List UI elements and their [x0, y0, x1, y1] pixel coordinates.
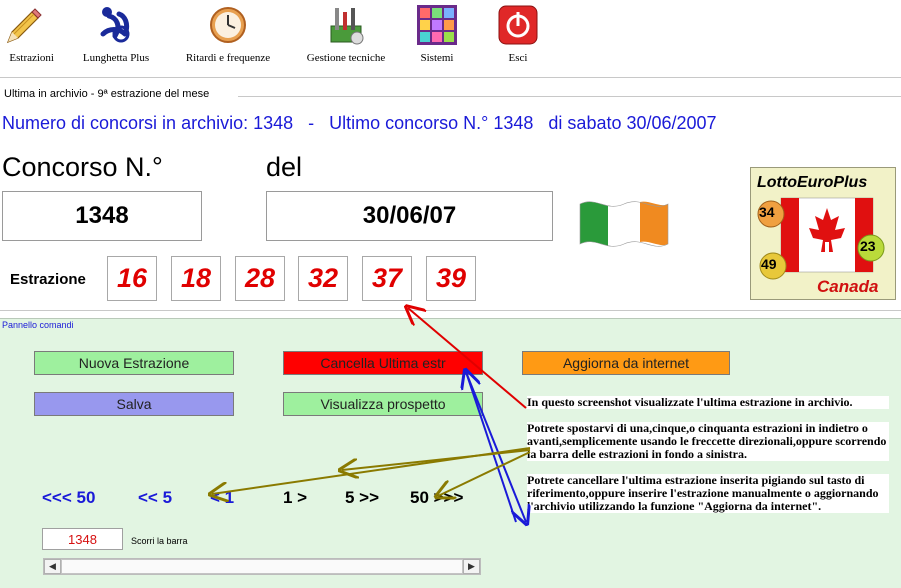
lottery-logo-icon [100, 7, 130, 43]
nav-forward-50[interactable]: 50 >>> [410, 488, 463, 508]
toolbar-label: Lunghetta Plus [82, 52, 150, 64]
extracted-number: 28 [235, 256, 285, 301]
toolbar-label: Esci [508, 52, 528, 64]
tools-icon [330, 8, 364, 45]
scrollbar-thumb[interactable] [61, 559, 463, 574]
toolbar-lunghetta-plus[interactable]: Lunghetta Plus [70, 0, 162, 70]
section-divider [0, 310, 901, 311]
scroll-label: Scorri la barra [131, 536, 188, 546]
logo-title: LottoEuroPlus [757, 174, 868, 191]
toolbar-label: Estrazioni [9, 52, 54, 64]
nav-forward-1[interactable]: 1 > [283, 488, 307, 508]
concorso-number-field: 1348 [2, 191, 202, 241]
extracted-number: 39 [426, 256, 476, 301]
estrazione-label: Estrazione [10, 271, 86, 288]
date-label: del [266, 152, 303, 182]
exit-icon [498, 5, 538, 45]
note-paragraph: In questo screenshot visualizzate l'ulti… [527, 396, 889, 409]
draw-counter-field[interactable]: 1348 [42, 528, 123, 550]
pencil-icon [6, 8, 42, 44]
nav-back-1[interactable]: < 1 [210, 488, 234, 508]
lottoeuroplus-logo: LottoEuroPlus 34 23 49 Canada [750, 167, 896, 300]
cancella-ultima-button[interactable]: Cancella Ultima estr [283, 351, 483, 375]
annotation-notes: In questo screenshot visualizzate l'ulti… [527, 396, 889, 526]
nav-back-50[interactable]: <<< 50 [42, 488, 95, 508]
aggiorna-internet-button[interactable]: Aggiorna da internet [522, 351, 730, 375]
logo-ball: 34 [759, 204, 775, 220]
clock-icon [210, 7, 246, 43]
toolbar-esci[interactable]: Esci [486, 0, 550, 70]
note-paragraph: Potrete cancellare l'ultima estrazione i… [527, 474, 889, 513]
ireland-flag-icon [579, 201, 669, 247]
toolbar-gestione-tecniche[interactable]: Gestione tecniche [294, 0, 398, 70]
toolbar-estrazioni[interactable]: Estrazioni [0, 0, 56, 70]
nav-back-5[interactable]: << 5 [138, 488, 172, 508]
main-toolbar: Estrazioni Lunghetta Plus Ritardi e freq… [0, 0, 901, 78]
date-field: 30/06/07 [266, 191, 553, 241]
caption-divider [238, 96, 901, 97]
toolbar-sistemi[interactable]: Sistemi [400, 0, 474, 70]
draw-scrollbar[interactable]: ◀ ▶ [43, 558, 481, 575]
scroll-left-icon[interactable]: ◀ [44, 559, 61, 574]
extracted-number: 18 [171, 256, 221, 301]
panel-title: Pannello comandi [2, 320, 74, 330]
toolbar-divider [0, 77, 901, 78]
visualizza-prospetto-button[interactable]: Visualizza prospetto [283, 392, 483, 416]
scroll-right-icon[interactable]: ▶ [463, 559, 480, 574]
extracted-number: 32 [298, 256, 348, 301]
nav-forward-5[interactable]: 5 >> [345, 488, 379, 508]
logo-ball: 49 [761, 256, 777, 272]
extracted-number: 16 [107, 256, 157, 301]
toolbar-ritardi-frequenze[interactable]: Ritardi e frequenze [172, 0, 284, 70]
note-paragraph: Potrete spostarvi di una,cinque,o cinqua… [527, 422, 889, 461]
logo-ball: 23 [860, 238, 876, 254]
toolbar-label: Ritardi e frequenze [185, 52, 271, 64]
concorso-label: Concorso N.° [2, 152, 163, 182]
salva-button[interactable]: Salva [34, 392, 234, 416]
extracted-number: 37 [362, 256, 412, 301]
toolbar-label: Sistemi [420, 52, 454, 64]
grid-icon [417, 5, 457, 45]
archive-caption: Ultima in archivio - 9ª estrazione del m… [4, 88, 210, 100]
toolbar-label: Gestione tecniche [306, 52, 386, 64]
nuova-estrazione-button[interactable]: Nuova Estrazione [34, 351, 234, 375]
logo-country: Canada [817, 277, 879, 296]
archive-summary: Numero di concorsi in archivio: 1348 - U… [2, 113, 717, 133]
